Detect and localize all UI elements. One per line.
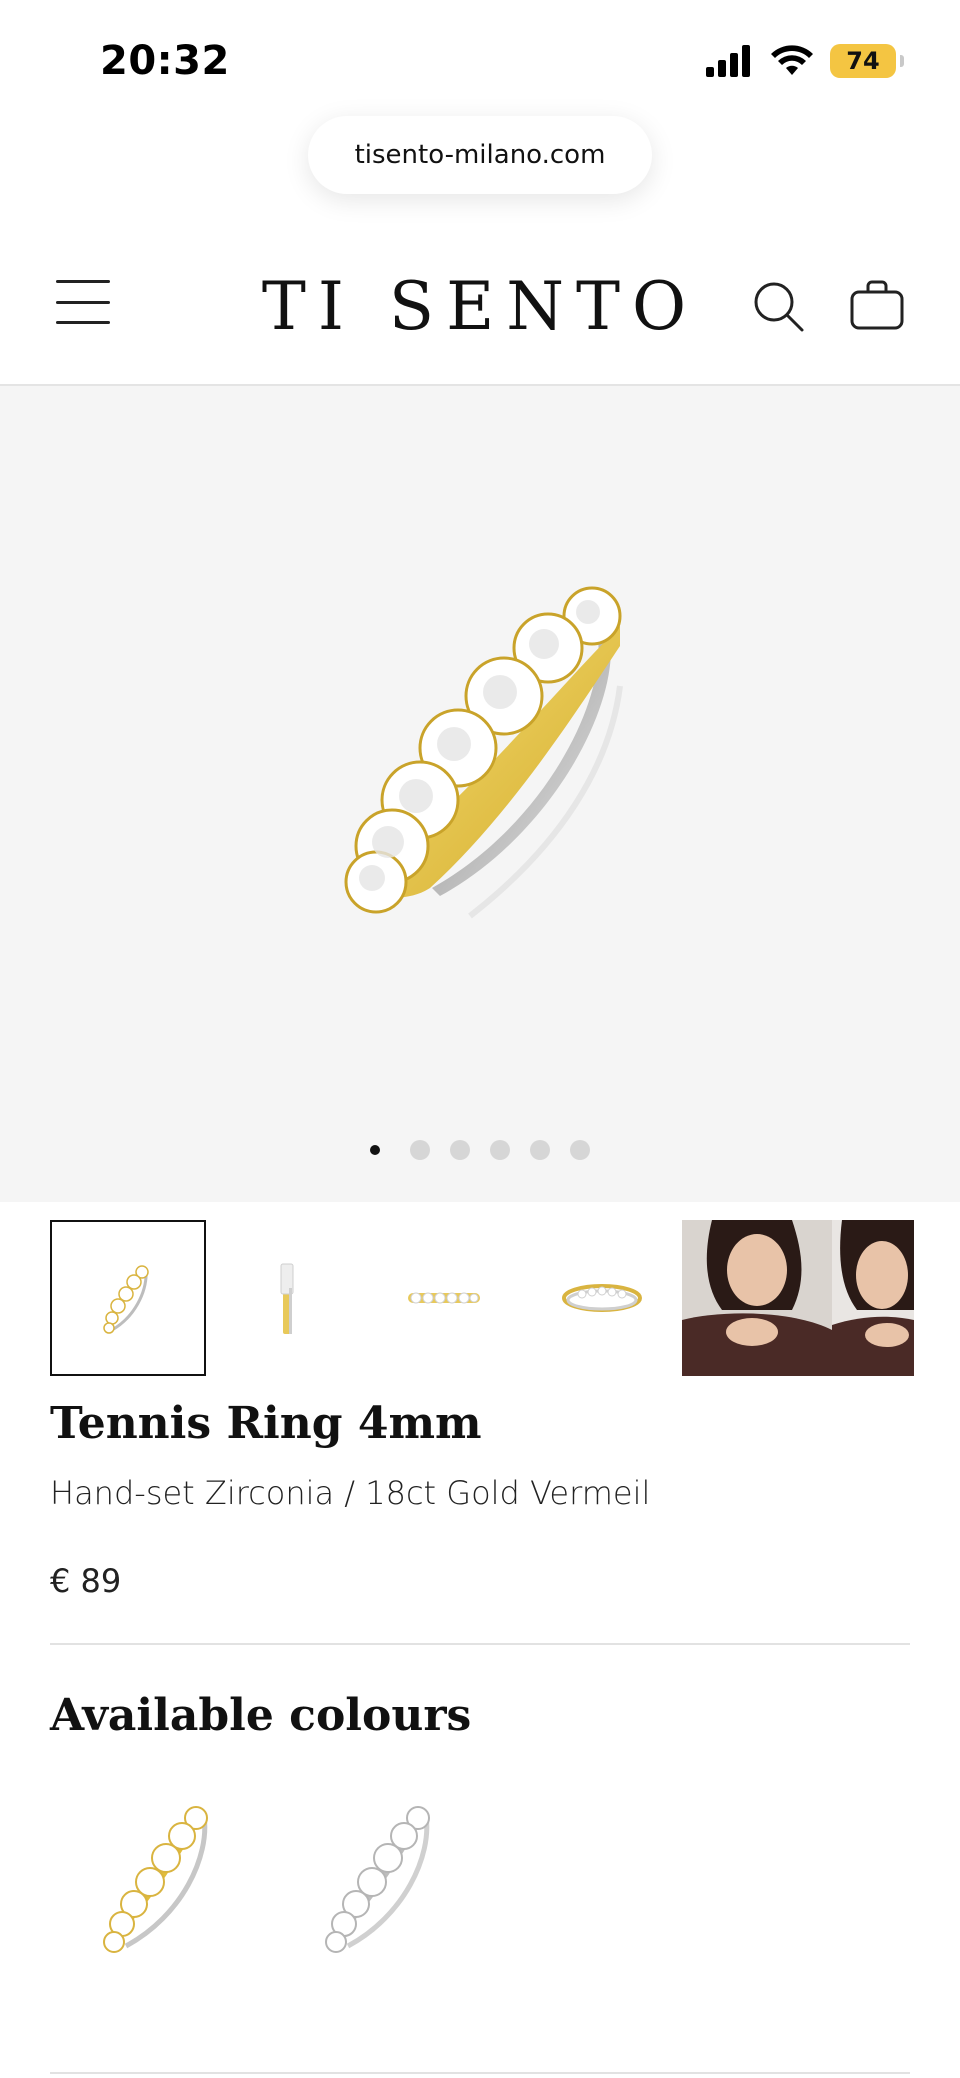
status-time: 20:32 bbox=[100, 38, 230, 84]
gallery-dot-3[interactable] bbox=[450, 1140, 470, 1160]
shopping-bag-icon[interactable] bbox=[848, 276, 906, 334]
model-photo-thumbnail-image bbox=[682, 1220, 914, 1376]
thumbnail-2[interactable] bbox=[208, 1220, 364, 1376]
thumbnail-5[interactable] bbox=[682, 1220, 914, 1376]
thumbnail-4[interactable] bbox=[524, 1220, 680, 1376]
gallery-dot-2[interactable] bbox=[410, 1140, 430, 1160]
colour-option-silver[interactable] bbox=[314, 1796, 454, 1966]
ring-front-thumbnail-image bbox=[562, 1284, 642, 1312]
product-hero-image bbox=[344, 586, 623, 919]
divider-bottom bbox=[50, 2072, 910, 2074]
address-bar-url: tisento-milano.com bbox=[354, 140, 606, 170]
gallery-dot-6[interactable] bbox=[570, 1140, 590, 1160]
gallery-pagination bbox=[0, 1140, 960, 1160]
site-header: TI SENTO bbox=[0, 228, 960, 386]
product-image-gallery[interactable] bbox=[0, 386, 960, 1202]
gallery-thumbnails bbox=[50, 1220, 914, 1376]
brand-logo[interactable]: TI SENTO bbox=[0, 268, 960, 345]
cellular-signal-icon bbox=[706, 45, 750, 77]
gold-ring-swatch-image bbox=[103, 1806, 208, 1953]
thumbnail-3[interactable] bbox=[366, 1220, 522, 1376]
battery-indicator: 74 bbox=[830, 44, 904, 78]
available-colours-heading: Available colours bbox=[50, 1690, 472, 1741]
ring-side-thumbnail-image bbox=[280, 1263, 294, 1334]
silver-ring-swatch-image bbox=[325, 1806, 430, 1953]
product-subtitle: Hand-set Zirconia / 18ct Gold Vermeil bbox=[50, 1474, 651, 1512]
wifi-icon bbox=[771, 45, 813, 75]
battery-level: 74 bbox=[846, 47, 880, 75]
search-icon[interactable] bbox=[750, 278, 808, 336]
colour-option-gold[interactable] bbox=[92, 1796, 232, 1966]
ring-top-thumbnail-image bbox=[408, 1292, 480, 1304]
status-bar: 20:32 74 bbox=[0, 0, 960, 120]
thumbnail-1[interactable] bbox=[50, 1220, 206, 1376]
gallery-dot-4[interactable] bbox=[490, 1140, 510, 1160]
divider bbox=[50, 1643, 910, 1645]
gallery-dot-5[interactable] bbox=[530, 1140, 550, 1160]
address-bar[interactable]: tisento-milano.com bbox=[308, 116, 652, 194]
product-price: € 89 bbox=[50, 1562, 122, 1600]
gallery-dot-1[interactable] bbox=[370, 1145, 380, 1155]
ring-thumbnail-image bbox=[103, 1265, 149, 1334]
status-icons: 74 bbox=[706, 44, 904, 78]
product-title: Tennis Ring 4mm bbox=[50, 1398, 482, 1449]
